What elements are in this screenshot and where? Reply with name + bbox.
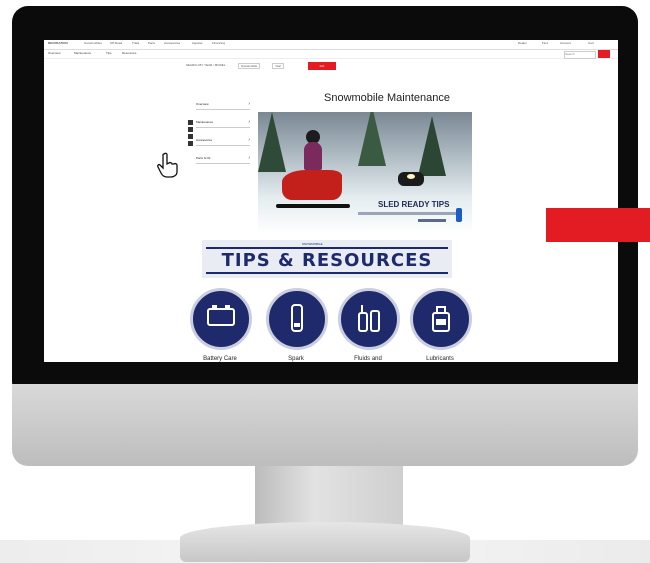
finder-type-select[interactable]: Snowmobile	[238, 63, 261, 69]
tips-banner: SNOWMOBILE TIPS & RESOURCES	[202, 240, 452, 278]
side-menu-label: Overview	[196, 102, 209, 106]
banner-stripe	[206, 272, 448, 274]
chevron-right-icon: ›	[248, 137, 250, 143]
finder-go-button[interactable]: GO	[308, 62, 336, 70]
nav-item-trails[interactable]: Trails	[132, 41, 139, 45]
hero-caption: SLED READY TIPS	[378, 200, 450, 209]
side-menu-item[interactable]: Maintenance ›	[196, 118, 250, 128]
battery-icon	[207, 305, 235, 326]
subnav-item-resources[interactable]: Resources	[122, 51, 136, 55]
top-link-account[interactable]: Account	[560, 41, 571, 45]
tree-shape	[418, 116, 446, 176]
top-link-find[interactable]: Find	[542, 41, 548, 45]
sub-nav: Overview Maintenance Tips Resources	[44, 50, 618, 59]
top-link-cart[interactable]: Cart	[588, 41, 594, 45]
brand-logo[interactable]: RECREATION	[48, 41, 68, 45]
tree-shape	[358, 112, 386, 166]
search-button[interactable]	[598, 50, 610, 58]
top-link-dealer[interactable]: Dealer	[518, 41, 527, 45]
page-title: Snowmobile Maintenance	[324, 92, 450, 104]
nav-item-offroad[interactable]: Off-Road	[110, 41, 122, 45]
nav-item-apparel[interactable]: Apparel	[192, 41, 202, 45]
side-menu-label: Accessories	[196, 138, 213, 142]
rider	[304, 142, 322, 170]
subnav-item-maintenance[interactable]: Maintenance	[74, 51, 91, 55]
hero-subtext-line	[358, 212, 458, 215]
nav-item-snowmobiles[interactable]: Snowmobiles	[84, 41, 102, 45]
banner-kicker: SNOWMOBILE	[302, 242, 323, 246]
spark-plug-icon	[291, 304, 303, 332]
distant-snowmobile	[398, 172, 424, 186]
subnav-item-tips[interactable]: Tips	[106, 51, 112, 55]
hero-image[interactable]: SLED READY TIPS	[258, 112, 472, 234]
oil-can-icon	[432, 306, 450, 332]
tree-shape	[258, 112, 286, 172]
hero-link[interactable]	[418, 219, 446, 222]
banner-stripe	[206, 247, 448, 249]
side-menu-item[interactable]: Accessories ›	[196, 136, 250, 146]
monitor-screen: RECREATION Snowmobiles Off-Road Trails P…	[44, 40, 618, 362]
category-spark[interactable]: Spark	[266, 288, 331, 362]
category-label: Fluids and	[354, 356, 382, 362]
category-circle	[190, 288, 252, 350]
chevron-right-icon: ›	[248, 119, 250, 125]
search-input[interactable]: Search	[564, 51, 596, 59]
monitor-stand-neck	[255, 466, 403, 530]
side-menu-label: Maintenance	[196, 120, 214, 124]
side-menu-label: Parts & Oil	[196, 156, 211, 160]
category-lubricants[interactable]: Lubricants	[410, 288, 475, 362]
banner-title: TIPS & RESOURCES	[221, 250, 433, 271]
category-label: Spark	[288, 356, 304, 362]
category-label: Battery Care	[203, 356, 237, 362]
side-menu-item[interactable]: Parts & Oil ›	[196, 154, 250, 164]
oil-bottle-icon	[456, 208, 462, 222]
monitor-chin	[12, 384, 638, 466]
side-icon-strip	[188, 120, 194, 150]
nav-item-parts[interactable]: Parts	[148, 41, 155, 45]
red-accent-bar	[546, 208, 650, 242]
category-battery[interactable]: Battery Care	[190, 288, 255, 362]
side-menu-item[interactable]: Overview ›	[196, 100, 250, 110]
category-circle	[410, 288, 472, 350]
nav-item-financing[interactable]: Financing	[212, 41, 225, 45]
hand-cursor-icon	[157, 152, 178, 178]
finder-year-select[interactable]: Year	[272, 63, 285, 69]
chevron-right-icon: ›	[248, 155, 250, 161]
category-label: Lubricants	[426, 356, 454, 362]
category-fluids[interactable]: Fluids and	[338, 288, 403, 362]
top-nav: RECREATION Snowmobiles Off-Road Trails P…	[44, 40, 618, 50]
fluid-bottles-icon	[358, 305, 380, 332]
vehicle-finder-bar: SEARCH BY YEAR / MODEL Snowmobile Year G…	[186, 62, 396, 71]
monitor-stand-base	[180, 522, 470, 562]
category-circle	[266, 288, 328, 350]
category-circle	[338, 288, 400, 350]
finder-label: SEARCH BY YEAR / MODEL	[186, 63, 226, 67]
nav-item-accessories[interactable]: Accessories	[164, 41, 180, 45]
subnav-item-overview[interactable]: Overview	[48, 51, 61, 55]
red-snowmobile	[276, 170, 350, 208]
chevron-right-icon: ›	[248, 101, 250, 107]
